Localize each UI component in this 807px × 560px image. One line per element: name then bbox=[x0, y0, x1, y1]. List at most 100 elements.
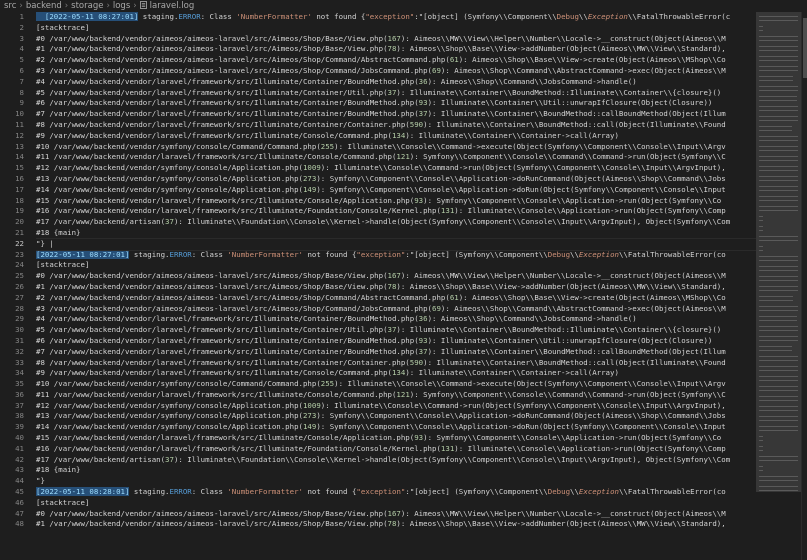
line-number: 10 bbox=[15, 109, 24, 119]
line-number: 2 bbox=[19, 22, 24, 32]
code-token: ): Aimeos\\Shop\\Base\\View->addNumber(O… bbox=[396, 281, 726, 291]
code-line[interactable]: #11 /var/www/backend/vendor/laravel/fram… bbox=[36, 152, 756, 163]
code-line[interactable]: #16 /var/www/backend/vendor/laravel/fram… bbox=[36, 444, 756, 455]
minimap-line bbox=[759, 206, 798, 207]
code-token: Debug bbox=[547, 249, 571, 259]
code-line[interactable]: #15 /var/www/backend/vendor/laravel/fram… bbox=[36, 196, 756, 207]
code-line[interactable]: #4 /var/www/backend/vendor/laravel/frame… bbox=[36, 314, 756, 325]
code-line[interactable]: #6 /var/www/backend/vendor/laravel/frame… bbox=[36, 98, 756, 109]
code-token: Debug bbox=[556, 12, 579, 21]
code-line[interactable]: #0 /var/www/backend/vendor/aimeos/aimeos… bbox=[36, 509, 756, 520]
minimap-line bbox=[759, 456, 798, 457]
code-line[interactable]: #13 /var/www/backend/vendor/symfony/cons… bbox=[36, 411, 756, 422]
breadcrumb-item[interactable]: logs bbox=[113, 1, 130, 11]
code-line[interactable]: #1 /var/www/backend/vendor/aimeos/aimeos… bbox=[36, 44, 756, 55]
code-line[interactable]: #2 /var/www/backend/vendor/aimeos/aimeos… bbox=[36, 293, 756, 304]
code-token: ): Symfony\\Component\\Console\\Applicat… bbox=[423, 433, 722, 443]
code-line[interactable]: #17 /var/www/backend/artisan(37): Illumi… bbox=[36, 217, 756, 228]
breadcrumb-item[interactable]: laravel.log bbox=[150, 1, 195, 11]
code-token: #3 /var/www/backend/vendor/aimeos/aimeos… bbox=[36, 303, 433, 313]
code-line[interactable]: #18 {main} bbox=[36, 465, 756, 476]
minimap-line bbox=[759, 430, 798, 431]
code-token: 590 bbox=[409, 119, 424, 129]
code-token: ): Illuminate\\Container\\BoundMethod::c… bbox=[427, 346, 726, 356]
code-line[interactable]: #8 /var/www/backend/vendor/laravel/frame… bbox=[36, 358, 756, 369]
code-line[interactable]: #6 /var/www/backend/vendor/laravel/frame… bbox=[36, 336, 756, 347]
code-token: not found { bbox=[311, 12, 366, 21]
code-token: :"[object] (Symfony\\Component\\ bbox=[414, 12, 557, 21]
line-number: 6 bbox=[19, 65, 24, 75]
line-number: 27 bbox=[15, 292, 24, 302]
code-token: ): Illuminate\\Container\\BoundMethod::c… bbox=[423, 357, 726, 367]
line-number: 9 bbox=[19, 98, 24, 108]
code-token: #11 /var/www/backend/vendor/laravel/fram… bbox=[36, 152, 397, 162]
code-line[interactable]: [stacktrace] bbox=[36, 260, 756, 271]
code-line[interactable]: [stacktrace] bbox=[36, 23, 756, 34]
code-line[interactable]: [2022-05-11 08:27:01] staging.ERROR: Cla… bbox=[36, 249, 756, 261]
breadcrumb-item[interactable]: src bbox=[4, 1, 16, 11]
minimap-line bbox=[759, 290, 798, 291]
code-token: 255 bbox=[320, 141, 335, 151]
minimap-line bbox=[759, 186, 798, 187]
code-line[interactable]: #7 /var/www/backend/vendor/laravel/frame… bbox=[36, 347, 756, 358]
code-line[interactable]: #15 /var/www/backend/vendor/laravel/fram… bbox=[36, 433, 756, 444]
minimap-line bbox=[759, 256, 798, 257]
code-line[interactable]: "} | bbox=[36, 237, 756, 251]
code-token: staging. bbox=[129, 249, 170, 259]
code-line[interactable]: #5 /var/www/backend/vendor/laravel/frame… bbox=[36, 88, 756, 99]
code-line[interactable]: #14 /var/www/backend/vendor/symfony/cons… bbox=[36, 185, 756, 196]
editor[interactable]: 1 2 3 4 5 6 7 8 9 10 11 12 13 14 15 16 17 18 19 20 21 22 23 24 2… bbox=[0, 12, 807, 560]
code-token: 167 bbox=[387, 508, 401, 518]
code-token: 'NumberFormatter' bbox=[227, 487, 304, 497]
code-token: staging. bbox=[138, 12, 179, 21]
minimap[interactable] bbox=[756, 12, 801, 560]
breadcrumb-item[interactable]: storage bbox=[71, 1, 103, 11]
code-line[interactable]: #3 /var/www/backend/vendor/aimeos/aimeos… bbox=[36, 304, 756, 315]
line-number: 21 bbox=[15, 227, 24, 237]
code-line[interactable]: #3 /var/www/backend/vendor/aimeos/aimeos… bbox=[36, 66, 756, 77]
code-line[interactable]: #12 /var/www/backend/vendor/symfony/cons… bbox=[36, 401, 756, 412]
scrollbar-thumb[interactable] bbox=[803, 18, 807, 78]
line-number: 28 bbox=[15, 303, 24, 313]
code-line[interactable]: #10 /var/www/backend/vendor/symfony/cons… bbox=[36, 142, 756, 153]
minimap-line bbox=[759, 96, 797, 97]
code-line[interactable]: #5 /var/www/backend/vendor/laravel/frame… bbox=[36, 325, 756, 336]
code-line[interactable]: #18 {main} bbox=[36, 228, 756, 239]
minimap-line bbox=[759, 420, 798, 421]
code-token: 93 bbox=[414, 433, 424, 443]
code-line[interactable]: [2022-05-11 08:27:01] staging.ERROR: Cla… bbox=[36, 12, 756, 23]
code-line[interactable]: #10 /var/www/backend/vendor/symfony/cons… bbox=[36, 379, 756, 390]
minimap-line bbox=[759, 170, 798, 171]
minimap-line bbox=[759, 436, 763, 437]
code-line[interactable]: #17 /var/www/backend/artisan(37): Illumi… bbox=[36, 455, 756, 466]
minimap-line bbox=[759, 80, 793, 81]
code-line[interactable]: [2022-05-11 08:28:01] staging.ERROR: Cla… bbox=[36, 487, 756, 498]
code-line[interactable]: #0 /var/www/backend/vendor/aimeos/aimeos… bbox=[36, 34, 756, 45]
code-area[interactable]: [2022-05-11 08:27:01] staging.ERROR: Cla… bbox=[36, 12, 756, 560]
code-line[interactable]: #0 /var/www/backend/vendor/aimeos/aimeos… bbox=[36, 271, 756, 282]
line-number: 35 bbox=[15, 379, 24, 389]
line-number: 44 bbox=[15, 476, 24, 486]
code-token: ): Illuminate\\Container\\Util::unwrapIf… bbox=[427, 98, 713, 108]
code-line[interactable]: #2 /var/www/backend/vendor/aimeos/aimeos… bbox=[36, 55, 756, 66]
code-line[interactable]: #12 /var/www/backend/vendor/symfony/cons… bbox=[36, 163, 756, 174]
code-token: 37 bbox=[418, 346, 428, 356]
code-line[interactable]: #9 /var/www/backend/vendor/laravel/frame… bbox=[36, 368, 756, 379]
code-line[interactable]: #8 /var/www/backend/vendor/laravel/frame… bbox=[36, 120, 756, 131]
code-line[interactable]: "} bbox=[36, 476, 756, 487]
line-number: 16 bbox=[15, 173, 24, 183]
breadcrumb-item[interactable]: backend bbox=[26, 1, 62, 11]
line-number: 29 bbox=[15, 314, 24, 324]
code-line[interactable]: #13 /var/www/backend/vendor/symfony/cons… bbox=[36, 174, 756, 185]
line-number: 34 bbox=[15, 368, 24, 378]
code-line[interactable]: #1 /var/www/backend/vendor/aimeos/aimeos… bbox=[36, 519, 756, 530]
code-line[interactable]: #11 /var/www/backend/vendor/laravel/fram… bbox=[36, 390, 756, 401]
code-line[interactable]: #1 /var/www/backend/vendor/aimeos/aimeos… bbox=[36, 282, 756, 293]
vertical-scrollbar[interactable] bbox=[801, 12, 807, 560]
code-line[interactable]: #14 /var/www/backend/vendor/symfony/cons… bbox=[36, 422, 756, 433]
code-line[interactable]: #9 /var/www/backend/vendor/laravel/frame… bbox=[36, 131, 756, 142]
code-line[interactable]: #4 /var/www/backend/vendor/laravel/frame… bbox=[36, 77, 756, 88]
code-line[interactable]: #7 /var/www/backend/vendor/laravel/frame… bbox=[36, 109, 756, 120]
code-line[interactable]: [stacktrace] bbox=[36, 498, 756, 509]
code-line[interactable]: #16 /var/www/backend/vendor/laravel/fram… bbox=[36, 206, 756, 217]
